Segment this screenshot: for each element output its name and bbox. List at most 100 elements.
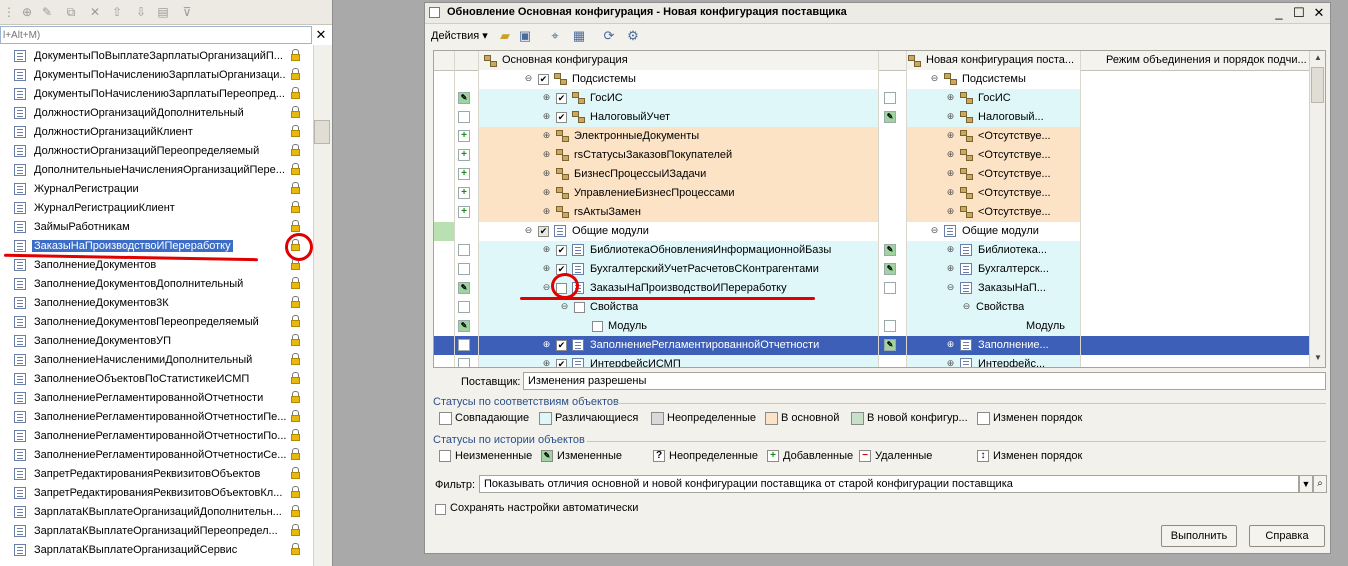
main-config-cell[interactable]: ⊕ ЭлектронныеДокументы: [478, 127, 878, 146]
new-status-cell[interactable]: [878, 279, 906, 298]
changed-status-icon[interactable]: ✎: [884, 244, 896, 256]
row-status-cell[interactable]: [454, 260, 478, 279]
collapse-icon[interactable]: ⊖: [542, 283, 551, 292]
table-row[interactable]: ✎ Модуль Модуль: [434, 317, 1309, 336]
merge-mode-cell[interactable]: [1080, 279, 1309, 298]
new-config-cell[interactable]: ⊕ <Отсутствуе...: [906, 203, 1080, 222]
unchanged-status-icon[interactable]: [458, 111, 470, 123]
merge-mode-cell[interactable]: [1080, 203, 1309, 222]
dots-icon[interactable]: ⋮: [2, 5, 16, 19]
filter-dropdown-icon[interactable]: ▼: [1299, 475, 1313, 493]
collapse-icon[interactable]: ⊖: [524, 226, 533, 235]
new-status-cell[interactable]: ✎: [878, 260, 906, 279]
expand-icon[interactable]: ⊕: [946, 188, 955, 197]
row-status-cell[interactable]: [454, 298, 478, 317]
list-item[interactable]: ЗарплатаКВыплатеОрганизацийДополнительн.…: [0, 503, 312, 522]
unchanged-status-icon[interactable]: [884, 320, 896, 332]
expand-icon[interactable]: ⊕: [946, 245, 955, 254]
expand-icon[interactable]: ⊕: [946, 359, 955, 368]
column-new-config[interactable]: Новая конфигурация поста...: [926, 54, 1076, 66]
list-item[interactable]: ЗаказыНаПроизводствоИПереработку: [0, 237, 312, 256]
expand-icon[interactable]: ⊕: [946, 131, 955, 140]
row-status-cell[interactable]: +: [454, 127, 478, 146]
list-item[interactable]: ДолжностиОрганизацийКлиент: [0, 123, 312, 142]
new-status-cell[interactable]: [878, 127, 906, 146]
table-row[interactable]: + ⊕ rsСтатусыЗаказовПокупателей ⊕ <Отсутству…: [434, 146, 1309, 165]
new-config-cell[interactable]: ⊕ Интерфейс...: [906, 355, 1080, 368]
list-item[interactable]: ЗаполнениеРегламентированнойОтчетностиПе…: [0, 408, 312, 427]
row-status-cell[interactable]: [454, 336, 478, 355]
list-item[interactable]: ДокументыПоНачислениюЗарплатыПереопред..…: [0, 85, 312, 104]
merge-mode-cell[interactable]: [1080, 127, 1309, 146]
collapse-icon[interactable]: ⊖: [930, 226, 939, 235]
new-config-cell[interactable]: ⊕ Заполнение...: [906, 336, 1080, 355]
report-icon[interactable]: ▦: [571, 28, 587, 44]
merge-mode-cell[interactable]: [1080, 317, 1309, 336]
expand-icon[interactable]: ⊕: [542, 188, 551, 197]
added-status-icon[interactable]: +: [458, 206, 470, 218]
filter-field[interactable]: Показывать отличия основной и новой конф…: [479, 475, 1299, 493]
list-item[interactable]: ЗаполнениеДокументовПереопределяемый: [0, 313, 312, 332]
save-settings-checkbox[interactable]: [435, 504, 446, 515]
new-config-cell[interactable]: ⊕ <Отсутствуе...: [906, 184, 1080, 203]
list-item[interactable]: ЗаполнениеДокументов3К: [0, 294, 312, 313]
actions-menu[interactable]: Действия ▾: [431, 29, 488, 42]
unchanged-status-icon[interactable]: [458, 301, 470, 313]
new-status-cell[interactable]: ✎: [878, 108, 906, 127]
collapse-icon[interactable]: ⊖: [560, 302, 569, 311]
merge-mode-cell[interactable]: [1080, 108, 1309, 127]
list-item[interactable]: ЗарплатаКВыплатеОрганизацийПереопредел..…: [0, 522, 312, 541]
added-status-icon[interactable]: +: [458, 187, 470, 199]
row-status-cell[interactable]: +: [454, 184, 478, 203]
new-config-cell[interactable]: Модуль: [906, 317, 1080, 336]
collapse-icon[interactable]: ⊖: [946, 283, 955, 292]
table-row[interactable]: + ⊕ rsАктыЗамен ⊕ <Отсутствуе...: [434, 203, 1309, 222]
row-status-cell[interactable]: ✎: [454, 317, 478, 336]
changed-status-icon[interactable]: ✎: [884, 339, 896, 351]
include-checkbox[interactable]: [538, 74, 549, 85]
table-row[interactable]: ⊖ Общие модули ⊖ Общие модули: [434, 222, 1309, 241]
expand-icon[interactable]: ⊕: [946, 207, 955, 216]
supplier-field[interactable]: Изменения разрешены: [523, 372, 1326, 390]
search-input[interactable]: [1, 27, 295, 43]
filter-search-icon[interactable]: ⌕: [1313, 475, 1327, 493]
new-status-cell[interactable]: [878, 222, 906, 241]
row-status-cell[interactable]: [454, 355, 478, 367]
row-status-cell[interactable]: +: [454, 165, 478, 184]
new-status-cell[interactable]: [878, 184, 906, 203]
expand-icon[interactable]: ⊕: [946, 112, 955, 121]
unchanged-status-icon[interactable]: [458, 244, 470, 256]
filter-icon[interactable]: ⊽: [180, 5, 194, 19]
new-config-cell[interactable]: ⊖ ЗаказыНаП...: [906, 279, 1080, 298]
list-item[interactable]: ДокументыПоВыплатеЗарплатыОрганизацийП..…: [0, 47, 312, 66]
main-config-cell[interactable]: ⊕ rsАктыЗамен: [478, 203, 878, 222]
unchanged-status-icon[interactable]: [458, 339, 470, 351]
expand-icon[interactable]: ⊕: [946, 340, 955, 349]
list-item[interactable]: ЗапретРедактированияРеквизитовОбъектов: [0, 465, 312, 484]
list-item[interactable]: ДополнительныеНачисленияОрганизацийПере.…: [0, 161, 312, 180]
unchanged-status-icon[interactable]: [458, 358, 470, 367]
list-item[interactable]: ЗаполнениеНачисленимиДополнительный: [0, 351, 312, 370]
main-config-cell[interactable]: ⊕ БизнесПроцессыИЗадачи: [478, 165, 878, 184]
expand-icon[interactable]: ⊕: [542, 264, 551, 273]
new-status-cell[interactable]: [878, 298, 906, 317]
expand-icon[interactable]: ⊕: [542, 93, 551, 102]
unchanged-status-icon[interactable]: [884, 92, 896, 104]
close-search-icon[interactable]: ✕: [314, 27, 328, 43]
include-checkbox[interactable]: [574, 302, 585, 313]
new-status-cell[interactable]: [878, 165, 906, 184]
expand-icon[interactable]: ⊕: [946, 169, 955, 178]
main-config-cell[interactable]: ⊖ Свойства: [478, 298, 878, 317]
row-status-cell[interactable]: [454, 222, 478, 241]
list-item[interactable]: ДолжностиОрганизацийДополнительный: [0, 104, 312, 123]
table-row[interactable]: ⊕ НалоговыйУчет ✎ ⊕ Налоговый...: [434, 108, 1309, 127]
edit-icon[interactable]: ✎: [40, 5, 54, 19]
table-row[interactable]: ⊖ Подсистемы ⊖ Подсистемы: [434, 70, 1309, 89]
row-status-cell[interactable]: ✎: [454, 279, 478, 298]
settings-icon[interactable]: ⚙: [625, 28, 641, 44]
expand-icon[interactable]: ⊕: [542, 207, 551, 216]
copy-icon[interactable]: ⧉: [64, 5, 78, 19]
list-item[interactable]: ДолжностиОрганизацийПереопределяемый: [0, 142, 312, 161]
new-config-cell[interactable]: ⊕ Налоговый...: [906, 108, 1080, 127]
merge-mode-cell[interactable]: [1080, 298, 1309, 317]
